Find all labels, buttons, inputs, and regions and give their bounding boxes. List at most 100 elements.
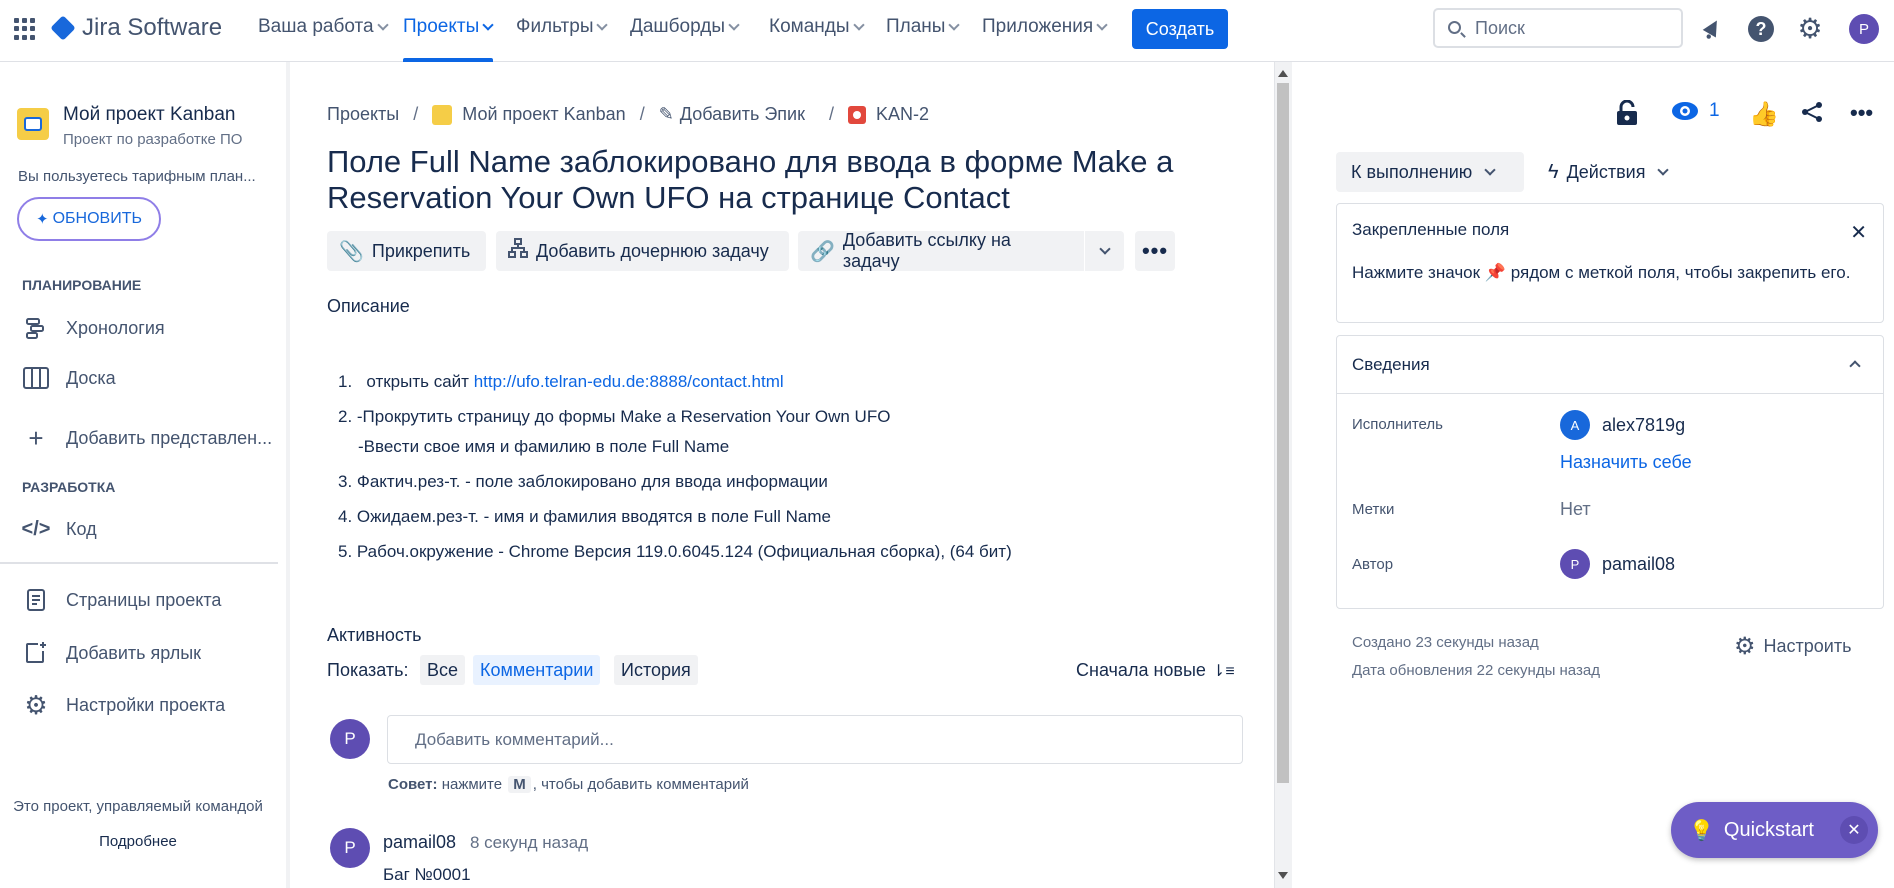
filter-history[interactable]: История bbox=[614, 655, 698, 685]
thumbs-up-icon[interactable]: 👍 bbox=[1749, 100, 1779, 129]
assign-to-me-link[interactable]: Назначить себе bbox=[1560, 452, 1692, 473]
link-issue-dropdown[interactable] bbox=[1085, 231, 1124, 271]
sidebar-item-code[interactable]: </> Код bbox=[22, 515, 97, 543]
project-sidebar: Мой проект Kanban Проект по разработке П… bbox=[0, 62, 288, 888]
issue-title[interactable]: Поле Full Name заблокировано для ввода в… bbox=[327, 144, 1177, 216]
more-options-icon[interactable]: ••• bbox=[1850, 100, 1873, 126]
chevron-down-icon bbox=[1657, 163, 1670, 176]
sidebar-item-timeline[interactable]: Хронология bbox=[22, 314, 165, 342]
nav-projects-label: Проекты bbox=[403, 16, 480, 37]
development-heading: РАЗРАБОТКА bbox=[22, 479, 116, 495]
assignee-name: alex7819g bbox=[1602, 414, 1686, 435]
unlock-icon[interactable] bbox=[1616, 100, 1638, 126]
description-line-5: 5. Рабоч.окружение - Chrome Версия 119.0… bbox=[338, 542, 1012, 561]
create-button[interactable]: Создать bbox=[1132, 9, 1228, 49]
breadcrumb-add-epic[interactable]: Добавить Эпик bbox=[680, 104, 805, 125]
share-icon[interactable] bbox=[1800, 100, 1824, 124]
nav-teams-label: Команды bbox=[769, 16, 850, 37]
nav-your-work[interactable]: Ваша работа bbox=[258, 16, 389, 38]
reporter-field[interactable]: P pamail08 bbox=[1560, 549, 1675, 579]
labels-value[interactable]: Нет bbox=[1560, 499, 1591, 520]
sidebar-item-label: Добавить ярлык bbox=[66, 642, 202, 663]
watch-button[interactable]: 1 bbox=[1671, 100, 1720, 122]
active-nav-indicator bbox=[403, 58, 493, 62]
list-number: 1. bbox=[338, 372, 353, 391]
help-icon[interactable]: ? bbox=[1746, 14, 1776, 44]
upgrade-button[interactable]: ✦ ОБНОВИТЬ bbox=[17, 197, 161, 241]
configure-label: Настроить bbox=[1763, 636, 1852, 656]
filter-all[interactable]: Все bbox=[420, 655, 466, 685]
contact-page-link[interactable]: http://ufo.telran-edu.de:8888/contact.ht… bbox=[474, 372, 784, 391]
nav-teams[interactable]: Команды bbox=[769, 16, 865, 38]
gear-icon: ⚙ bbox=[1734, 633, 1756, 660]
chevron-down-icon bbox=[852, 18, 865, 31]
description-line-1: 1. открыть сайт http://ufo.telran-edu.de… bbox=[338, 372, 784, 392]
pinned-fields-hint: Нажмите значок 📌 рядом с меткой поля, чт… bbox=[1352, 260, 1872, 285]
scroll-up-arrow-icon[interactable] bbox=[1278, 70, 1288, 77]
learn-more-link[interactable]: Подробнее bbox=[0, 833, 276, 850]
assignee-field[interactable]: A alex7819g bbox=[1560, 410, 1685, 440]
sidebar-item-add-shortcut[interactable]: Добавить ярлык bbox=[22, 639, 201, 667]
reporter-name: pamail08 bbox=[1602, 553, 1676, 574]
breadcrumb-projects[interactable]: Проекты bbox=[327, 104, 399, 125]
board-icon bbox=[22, 364, 50, 392]
close-icon[interactable]: ✕ bbox=[1850, 220, 1867, 245]
scroll-down-arrow-icon[interactable] bbox=[1278, 872, 1288, 879]
main-scrollbar-thumb[interactable] bbox=[1277, 83, 1289, 783]
nav-apps[interactable]: Приложения bbox=[982, 16, 1108, 38]
configure-button[interactable]: ⚙ Настроить bbox=[1734, 632, 1851, 661]
sidebar-item-label: Добавить представлен... bbox=[66, 427, 273, 448]
nav-dashboards[interactable]: Дашборды bbox=[630, 16, 740, 38]
filter-comments[interactable]: Комментарии bbox=[473, 655, 601, 685]
nav-projects[interactable]: Проекты bbox=[403, 16, 494, 38]
description-heading: Описание bbox=[327, 296, 410, 316]
chevron-down-icon bbox=[596, 18, 609, 31]
sidebar-item-board[interactable]: Доска bbox=[22, 364, 116, 392]
search-input[interactable]: Поиск bbox=[1433, 8, 1683, 48]
breadcrumb-project[interactable]: Мой проект Kanban bbox=[462, 104, 625, 125]
user-avatar[interactable]: P bbox=[1849, 14, 1879, 44]
sidebar-resize-handle[interactable] bbox=[286, 62, 290, 888]
sort-icon: ⇂≡ bbox=[1211, 662, 1235, 680]
notifications-icon[interactable] bbox=[1697, 14, 1727, 44]
breadcrumb-issue-key[interactable]: KAN-2 bbox=[876, 104, 929, 125]
description-line-3: 3. Фактич.рез-т. - поле заблокировано дл… bbox=[338, 472, 828, 491]
settings-gear-icon[interactable]: ⚙ bbox=[1795, 14, 1825, 44]
project-name[interactable]: Мой проект Kanban bbox=[63, 104, 236, 126]
watch-count: 1 bbox=[1709, 100, 1720, 121]
details-header[interactable]: Сведения bbox=[1337, 336, 1883, 394]
jira-logo[interactable]: Jira Software bbox=[50, 14, 222, 42]
comment-input[interactable]: Добавить комментарий... bbox=[387, 715, 1243, 764]
sidebar-divider bbox=[0, 562, 278, 564]
pinned-fields-title: Закрепленные поля bbox=[1352, 220, 1510, 239]
attach-button[interactable]: 📎 Прикрепить bbox=[327, 231, 486, 271]
nav-your-work-label: Ваша работа bbox=[258, 16, 374, 37]
pinned-hint-text: Нажмите значок bbox=[1352, 263, 1481, 282]
quickstart-button[interactable]: 💡 Quickstart ✕ bbox=[1671, 802, 1878, 858]
project-type: Проект по разработке ПО bbox=[63, 131, 243, 148]
sort-newest-button[interactable]: Сначала новые ⇂≡ bbox=[1076, 660, 1235, 681]
nav-dashboards-label: Дашборды bbox=[630, 16, 725, 37]
nav-plans[interactable]: Планы bbox=[886, 16, 961, 38]
comment-author[interactable]: pamail08 bbox=[383, 832, 456, 853]
status-label: К выполнению bbox=[1351, 161, 1473, 182]
tip-label: Совет: bbox=[388, 776, 438, 793]
pin-icon: 📌 bbox=[1484, 263, 1506, 282]
lightbulb-icon: 💡 bbox=[1689, 819, 1714, 842]
top-navigation: Jira Software Ваша работа Проекты Фильтр… bbox=[0, 0, 1894, 62]
more-actions-button[interactable]: ••• bbox=[1135, 231, 1175, 271]
actions-dropdown[interactable]: ϟ Действия bbox=[1548, 152, 1670, 192]
app-switcher-icon[interactable] bbox=[14, 18, 36, 40]
add-child-issue-button[interactable]: Добавить дочернюю задачу bbox=[496, 231, 789, 271]
comment-author-avatar[interactable]: P bbox=[330, 828, 370, 868]
sidebar-item-project-settings[interactable]: ⚙ Настройки проекта bbox=[22, 690, 225, 720]
keyboard-shortcut-key: M bbox=[508, 776, 531, 793]
quickstart-label: Quickstart bbox=[1723, 818, 1814, 841]
sidebar-item-add-view[interactable]: + Добавить представлен... bbox=[22, 423, 273, 453]
sidebar-item-project-pages[interactable]: Страницы проекта bbox=[22, 586, 221, 614]
sparkle-icon: ✦ bbox=[36, 211, 49, 228]
nav-filters[interactable]: Фильтры bbox=[516, 16, 609, 38]
link-issue-button[interactable]: 🔗 Добавить ссылку на задачу bbox=[798, 230, 1084, 271]
status-dropdown[interactable]: К выполнению bbox=[1336, 152, 1524, 192]
quickstart-close-icon[interactable]: ✕ bbox=[1840, 816, 1868, 844]
